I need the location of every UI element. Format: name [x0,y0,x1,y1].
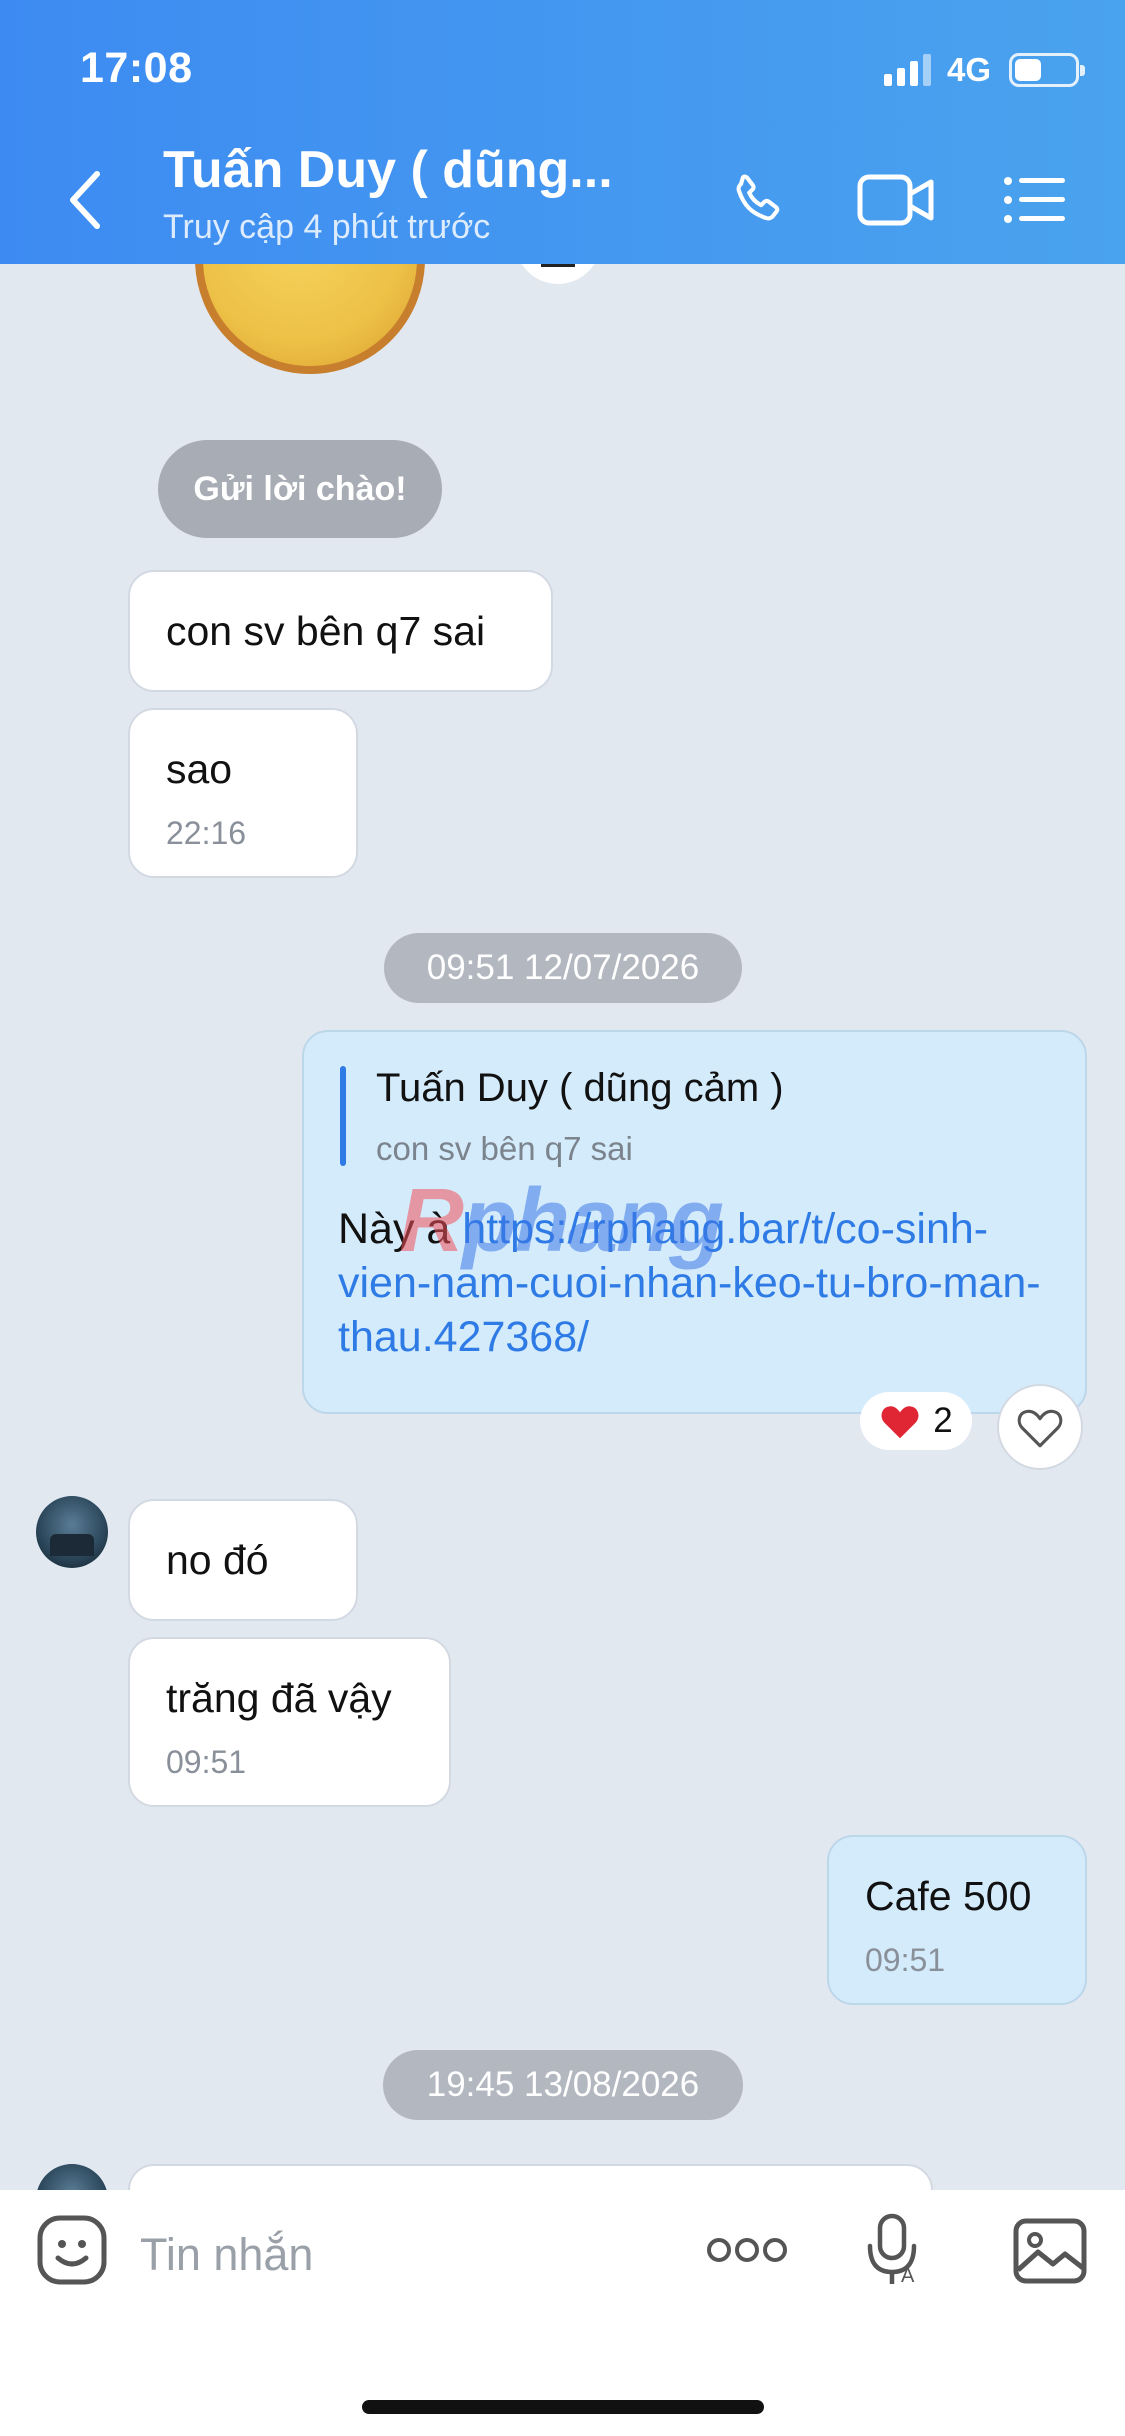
sticker-image[interactable] [195,264,425,374]
message-bubble[interactable]: Cafe 500 09:51 [827,1835,1087,2005]
message-bubble[interactable]: no đó [128,1499,358,1621]
contact-name[interactable]: Tuấn Duy ( dũng... [163,140,633,200]
greeting-button[interactable]: Gửi lời chào! [158,440,442,538]
sticker-reaction-icon[interactable] [515,264,601,284]
emoji-sticker-icon [37,2215,107,2285]
quoted-sender-name: Tuấn Duy ( dũng cảm ) [376,1066,784,1110]
chat-area[interactable]: Gửi lời chào! con sv bên q7 sai sao 22:1… [0,264,1125,2190]
reply-link-message[interactable]: Tuấn Duy ( dũng cảm ) con sv bên q7 sai … [302,1030,1087,1414]
message-time: 09:51 [865,1942,946,1978]
date-separator: 09:51 12/07/2026 [384,933,742,1003]
message-time: 22:16 [166,815,247,851]
link-message-text: Này à https://rphang.bar/t/co-sinh-vien-… [338,1202,1058,1364]
microphone-icon: A [867,2213,917,2287]
contact-status: Truy cập 4 phút trước [163,208,491,246]
status-indicators: 4G [883,50,1085,90]
message-bubble[interactable] [128,2164,933,2190]
menu-list-icon [1004,177,1065,223]
chat-header: 17:08 4G Tuấn Duy ( dũng... Truy cập 4 p… [0,0,1125,264]
quoted-message-text: con sv bên q7 sai [376,1130,633,1167]
contact-avatar[interactable] [36,1496,108,1568]
contact-avatar[interactable] [36,2164,108,2190]
back-button[interactable] [60,165,110,235]
sticker-button[interactable] [34,2212,110,2288]
heart-outline-icon [1017,1409,1063,1448]
status-time: 17:08 [80,44,193,92]
message-bubble[interactable]: con sv bên q7 sai [128,570,553,692]
message-bubble[interactable]: sao 22:16 [128,708,358,878]
link-prefix: Này à [338,1205,463,1253]
message-input[interactable] [140,2220,660,2290]
home-indicator[interactable] [362,2400,764,2414]
image-button[interactable] [1012,2216,1088,2286]
message-text: con sv bên q7 sai [166,608,486,654]
image-gallery-icon [1013,2218,1087,2284]
message-time: 09:51 [166,1744,247,1780]
message-text: sao [166,746,233,792]
message-input-bar: A [0,2190,1125,2436]
reaction-count-badge[interactable]: 2 [860,1392,972,1450]
video-call-icon [857,174,934,226]
heart-filled-icon [881,1406,919,1439]
more-dots-icon [707,2238,787,2262]
signal-icon [883,54,931,86]
call-button[interactable] [722,162,792,238]
message-bubble[interactable]: trăng đã vậy 09:51 [128,1637,451,1807]
message-text: trăng đã vậy [166,1675,392,1721]
battery-icon [1009,53,1085,87]
voice-button[interactable]: A [862,2210,924,2290]
svg-text:A: A [901,2265,915,2287]
menu-button[interactable] [1000,162,1070,238]
phone-icon [736,174,780,221]
quote-bar [340,1066,346,1166]
message-text: no đó [166,1537,269,1583]
video-call-button[interactable] [856,162,936,238]
message-text: Cafe 500 [865,1873,1032,1919]
network-label: 4G [946,51,991,88]
react-button[interactable] [997,1384,1083,1470]
more-button[interactable] [706,2230,788,2270]
back-icon [70,171,100,229]
reaction-count: 2 [933,1401,953,1440]
date-separator: 19:45 13/08/2026 [383,2050,743,2120]
